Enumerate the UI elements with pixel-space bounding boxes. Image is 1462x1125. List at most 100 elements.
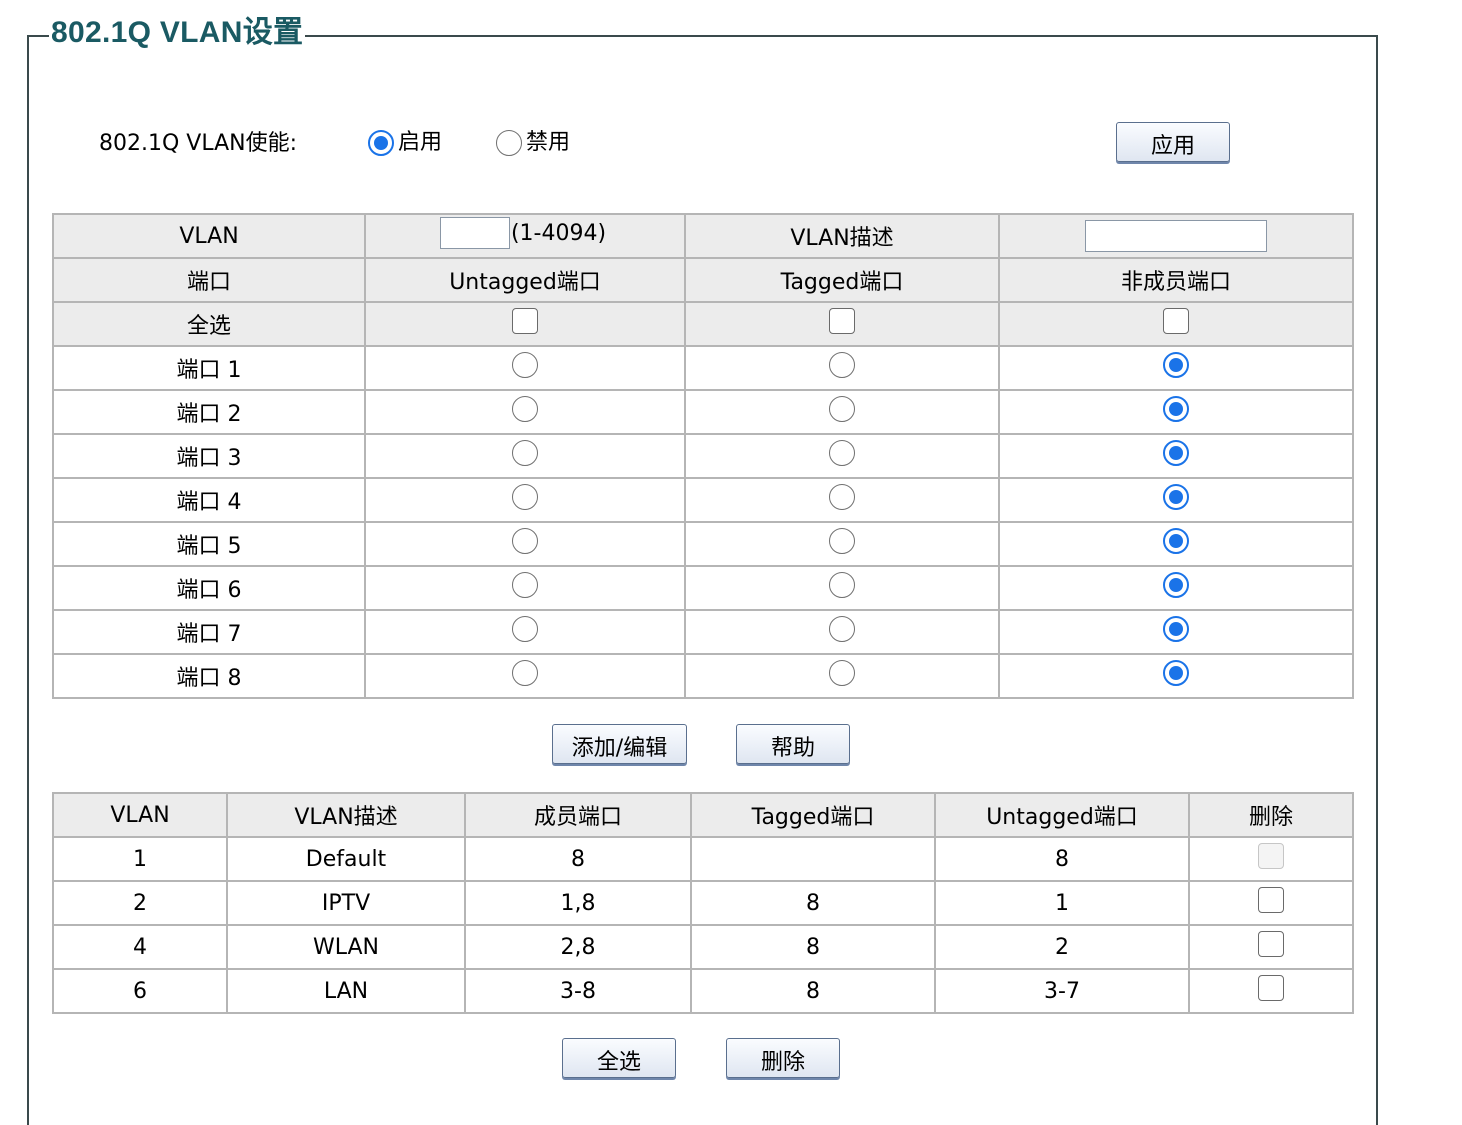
delete-checkbox[interactable] bbox=[1258, 887, 1284, 913]
delete-checkbox bbox=[1258, 843, 1284, 869]
vlan-row: 2 IPTV 1,8 8 1 bbox=[52, 880, 1354, 926]
tagged-radio[interactable] bbox=[829, 572, 855, 598]
tagged-ports-cell: 8 bbox=[690, 880, 936, 926]
untagged-radio[interactable] bbox=[512, 616, 538, 642]
vlan-id-cell: 1 bbox=[52, 836, 228, 882]
port-row: 端口 3 bbox=[52, 433, 1354, 479]
column-header: VLAN bbox=[52, 792, 228, 838]
tagged-select-all-checkbox[interactable] bbox=[829, 308, 855, 334]
delete-checkbox[interactable] bbox=[1258, 975, 1284, 1001]
page-title: 802.1Q VLAN设置 bbox=[49, 14, 306, 52]
untagged-radio[interactable] bbox=[512, 572, 538, 598]
vlan-id-input[interactable] bbox=[439, 217, 510, 249]
tagged-ports-cell: 8 bbox=[690, 968, 936, 1014]
column-header: VLAN描述 bbox=[226, 792, 466, 838]
port-row: 端口 2 bbox=[52, 389, 1354, 435]
member-ports-cell: 1,8 bbox=[464, 880, 692, 926]
vlan-desc-cell: Default bbox=[226, 836, 466, 882]
untagged-radio[interactable] bbox=[512, 484, 538, 510]
column-header: 成员端口 bbox=[464, 792, 692, 838]
untagged-radio[interactable] bbox=[512, 528, 538, 554]
column-header: 删除 bbox=[1188, 792, 1354, 838]
untagged-ports-cell: 2 bbox=[934, 924, 1190, 970]
vlan-row: 4 WLAN 2,8 8 2 bbox=[52, 924, 1354, 970]
port-name: 端口 5 bbox=[52, 521, 366, 567]
vlan-id-cell: 4 bbox=[52, 924, 228, 970]
non-member-radio[interactable] bbox=[1163, 484, 1189, 510]
port-row: 端口 8 bbox=[52, 653, 1354, 699]
tagged-radio[interactable] bbox=[829, 352, 855, 378]
untagged-radio[interactable] bbox=[512, 352, 538, 378]
port-name: 端口 3 bbox=[52, 433, 366, 479]
non-member-radio[interactable] bbox=[1163, 352, 1189, 378]
port-row: 端口 5 bbox=[52, 521, 1354, 567]
untagged-radio[interactable] bbox=[512, 440, 538, 466]
delete-button[interactable]: 删除 bbox=[726, 1038, 840, 1078]
port-name: 端口 2 bbox=[52, 389, 366, 435]
non-member-radio[interactable] bbox=[1163, 616, 1189, 642]
help-button[interactable]: 帮助 bbox=[736, 724, 850, 764]
member-ports-cell: 3-8 bbox=[464, 968, 692, 1014]
non-member-radio[interactable] bbox=[1163, 396, 1189, 422]
vlan-desc-input[interactable] bbox=[1085, 220, 1267, 252]
non-member-radio[interactable] bbox=[1163, 440, 1189, 466]
vlan-id-cell: 6 bbox=[52, 968, 228, 1014]
vlan-row: 1 Default 8 8 bbox=[52, 836, 1354, 882]
disable-option[interactable]: 禁用 bbox=[496, 126, 570, 160]
vlan-config-table: VLAN (1-4094) VLAN描述 端口 Untagged端口 Tagge… bbox=[52, 213, 1354, 699]
enable-option[interactable]: 启用 bbox=[368, 126, 442, 160]
vlan-desc-label: VLAN描述 bbox=[684, 213, 1000, 259]
tagged-radio[interactable] bbox=[829, 440, 855, 466]
vlan-range-hint: (1-4094) bbox=[510, 220, 607, 246]
tagged-radio[interactable] bbox=[829, 396, 855, 422]
vlan-row: 6 LAN 3-8 8 3-7 bbox=[52, 968, 1354, 1014]
non-member-radio[interactable] bbox=[1163, 660, 1189, 686]
untagged-ports-cell: 3-7 bbox=[934, 968, 1190, 1014]
delete-checkbox[interactable] bbox=[1258, 931, 1284, 957]
column-header: Tagged端口 bbox=[684, 257, 1000, 303]
member-ports-cell: 8 bbox=[464, 836, 692, 882]
vlan-id-cell: 2 bbox=[52, 880, 228, 926]
tagged-radio[interactable] bbox=[829, 660, 855, 686]
non-member-select-all-checkbox[interactable] bbox=[1163, 308, 1189, 334]
tagged-radio[interactable] bbox=[829, 616, 855, 642]
non-member-radio[interactable] bbox=[1163, 528, 1189, 554]
port-name: 端口 1 bbox=[52, 345, 366, 391]
port-name: 端口 4 bbox=[52, 477, 366, 523]
port-name: 端口 7 bbox=[52, 609, 366, 655]
port-row: 端口 1 bbox=[52, 345, 1354, 391]
port-name: 端口 8 bbox=[52, 653, 366, 699]
vlan-list-table: VLAN VLAN描述 成员端口 Tagged端口 Untagged端口 删除 … bbox=[52, 792, 1354, 1014]
enable-radio[interactable] bbox=[368, 130, 394, 156]
add-edit-button[interactable]: 添加/编辑 bbox=[552, 724, 687, 764]
column-header: 端口 bbox=[52, 257, 366, 303]
untagged-ports-cell: 1 bbox=[934, 880, 1190, 926]
member-ports-cell: 2,8 bbox=[464, 924, 692, 970]
untagged-radio[interactable] bbox=[512, 660, 538, 686]
column-header: Untagged端口 bbox=[934, 792, 1190, 838]
apply-button[interactable]: 应用 bbox=[1116, 122, 1230, 162]
port-row: 端口 4 bbox=[52, 477, 1354, 523]
select-all-button[interactable]: 全选 bbox=[562, 1038, 676, 1078]
select-all-label: 全选 bbox=[52, 301, 366, 347]
disable-option-label: 禁用 bbox=[526, 130, 571, 155]
vlan-desc-cell: IPTV bbox=[226, 880, 466, 926]
port-row: 端口 7 bbox=[52, 609, 1354, 655]
disable-radio[interactable] bbox=[496, 130, 522, 156]
column-header: 非成员端口 bbox=[998, 257, 1354, 303]
port-row: 端口 6 bbox=[52, 565, 1354, 611]
port-header-row: 端口 Untagged端口 Tagged端口 非成员端口 bbox=[52, 257, 1354, 303]
tagged-ports-cell bbox=[690, 836, 936, 882]
untagged-ports-cell: 8 bbox=[934, 836, 1190, 882]
tagged-radio[interactable] bbox=[829, 528, 855, 554]
vlan-id-label: VLAN bbox=[52, 213, 366, 259]
column-header: Tagged端口 bbox=[690, 792, 936, 838]
column-header: Untagged端口 bbox=[364, 257, 686, 303]
tagged-radio[interactable] bbox=[829, 484, 855, 510]
untagged-select-all-checkbox[interactable] bbox=[512, 308, 538, 334]
untagged-radio[interactable] bbox=[512, 396, 538, 422]
non-member-radio[interactable] bbox=[1163, 572, 1189, 598]
tagged-ports-cell: 8 bbox=[690, 924, 936, 970]
vlan-desc-cell: LAN bbox=[226, 968, 466, 1014]
vlan-enable-label: 802.1Q VLAN使能: bbox=[99, 131, 298, 156]
